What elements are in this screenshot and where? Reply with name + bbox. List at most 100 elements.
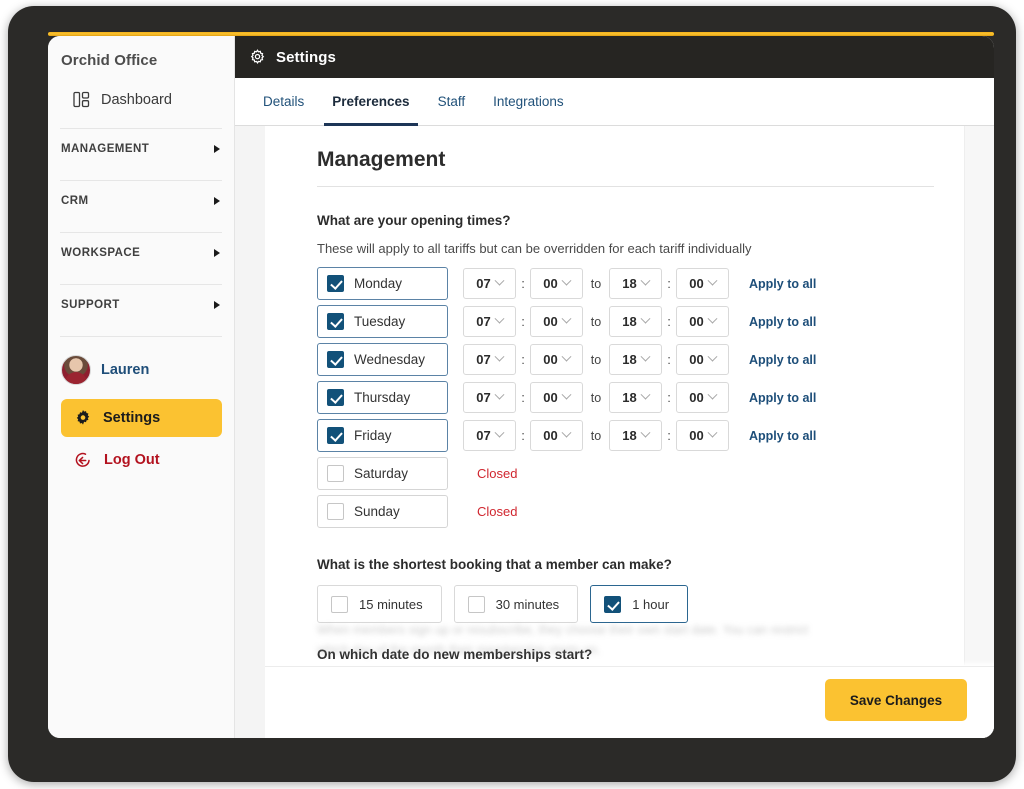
day-toggle-thursday[interactable]: Thursday bbox=[317, 381, 448, 414]
time-value: 00 bbox=[543, 352, 558, 367]
day-toggle-tuesday[interactable]: Tuesday bbox=[317, 305, 448, 338]
time-colon: : bbox=[667, 390, 671, 405]
checkbox-icon[interactable] bbox=[331, 595, 348, 613]
sidebar-group-workspace-label: WORKSPACE bbox=[61, 247, 141, 259]
device-bezel: Orchid Office Dashboard MANAGEMENT CRM W… bbox=[8, 6, 1016, 782]
close-minute-select[interactable]: 00 bbox=[676, 268, 729, 299]
day-label: Monday bbox=[354, 276, 403, 291]
close-hour-select[interactable]: 18 bbox=[609, 382, 662, 413]
save-changes-button[interactable]: Save Changes bbox=[825, 679, 967, 721]
close-minute-select[interactable]: 00 bbox=[676, 420, 729, 451]
checkbox-icon[interactable] bbox=[327, 313, 344, 330]
sidebar-item-logout[interactable]: Log Out bbox=[61, 443, 222, 477]
shortest-booking-option-label: 15 minutes bbox=[359, 596, 423, 612]
tab-staff[interactable]: Staff bbox=[424, 78, 480, 125]
shortest-booking-option-label: 1 hour bbox=[632, 596, 670, 612]
chevron-down-icon bbox=[561, 427, 572, 438]
time-value: 00 bbox=[689, 314, 704, 329]
tab-preferences[interactable]: Preferences bbox=[318, 78, 423, 126]
sidebar-item-settings-label: Settings bbox=[103, 410, 161, 426]
chevron-down-icon bbox=[561, 351, 572, 362]
open-hour-select[interactable]: 07 bbox=[463, 268, 516, 299]
apply-to-all-link[interactable]: Apply to all bbox=[749, 277, 816, 291]
sidebar-group-support[interactable]: SUPPORT bbox=[48, 285, 234, 324]
close-hour-select[interactable]: 18 bbox=[609, 344, 662, 375]
sidebar-item-logout-label: Log Out bbox=[104, 452, 160, 468]
open-hour-select[interactable]: 07 bbox=[463, 420, 516, 451]
sidebar-item-dashboard[interactable]: Dashboard bbox=[48, 83, 234, 116]
opening-times-list: Monday 07: 00 to 18: 00 Apply to all Tuesday 07:… bbox=[317, 267, 934, 528]
caret-right-icon bbox=[214, 145, 220, 153]
day-label: Friday bbox=[354, 428, 392, 443]
checkbox-icon[interactable] bbox=[327, 275, 344, 292]
checkbox-icon[interactable] bbox=[467, 595, 485, 613]
open-hour-select[interactable]: 07 bbox=[463, 344, 516, 375]
dashboard-layout-icon bbox=[73, 91, 90, 108]
chevron-down-icon bbox=[640, 313, 651, 324]
opening-time-row: Wednesday 07: 00 to 18: 00 Apply to all bbox=[317, 343, 934, 376]
open-minute-select[interactable]: 00 bbox=[530, 344, 583, 375]
open-hour-select[interactable]: 07 bbox=[463, 382, 516, 413]
tab-integrations[interactable]: Integrations bbox=[479, 78, 578, 125]
shortest-booking-option[interactable]: 1 hour bbox=[590, 585, 689, 623]
checkbox-icon[interactable] bbox=[327, 465, 344, 482]
page-title: Settings bbox=[276, 48, 336, 66]
close-minute-select[interactable]: 00 bbox=[676, 306, 729, 337]
time-colon: : bbox=[521, 276, 525, 291]
close-hour-select[interactable]: 18 bbox=[609, 420, 662, 451]
chevron-down-icon bbox=[494, 313, 505, 324]
close-hour-select[interactable]: 18 bbox=[609, 268, 662, 299]
open-minute-select[interactable]: 00 bbox=[530, 306, 583, 337]
apply-to-all-link[interactable]: Apply to all bbox=[749, 429, 816, 443]
shortest-booking-option[interactable]: 30 minutes bbox=[453, 585, 579, 623]
open-minute-select[interactable]: 00 bbox=[530, 420, 583, 451]
checkbox-icon[interactable] bbox=[327, 427, 344, 444]
checkbox-icon[interactable] bbox=[604, 595, 622, 613]
chevron-down-icon bbox=[494, 427, 505, 438]
time-value: 00 bbox=[543, 314, 558, 329]
sidebar-group-management[interactable]: MANAGEMENT bbox=[48, 129, 234, 168]
day-toggle-saturday[interactable]: Saturday bbox=[317, 457, 448, 490]
opening-time-row: Monday 07: 00 to 18: 00 Apply to all bbox=[317, 267, 934, 300]
close-hour-select[interactable]: 18 bbox=[609, 306, 662, 337]
apply-to-all-link[interactable]: Apply to all bbox=[749, 315, 816, 329]
day-toggle-friday[interactable]: Friday bbox=[317, 419, 448, 452]
chevron-down-icon bbox=[561, 313, 572, 324]
shortest-booking-option[interactable]: 15 minutes bbox=[317, 585, 442, 623]
checkbox-icon[interactable] bbox=[327, 503, 344, 520]
gear-icon bbox=[249, 48, 266, 66]
day-toggle-wednesday[interactable]: Wednesday bbox=[317, 343, 448, 376]
open-minute-select[interactable]: 00 bbox=[530, 268, 583, 299]
time-value: 00 bbox=[689, 390, 704, 405]
chevron-down-icon bbox=[707, 427, 718, 438]
tab-details[interactable]: Details bbox=[249, 78, 318, 125]
time-colon: : bbox=[667, 314, 671, 329]
checkbox-icon[interactable] bbox=[327, 389, 344, 406]
sidebar-group-crm[interactable]: CRM bbox=[48, 181, 234, 220]
title-divider bbox=[317, 186, 934, 187]
caret-right-icon bbox=[214, 249, 220, 257]
sidebar-group-workspace[interactable]: WORKSPACE bbox=[48, 233, 234, 272]
sidebar-item-dashboard-label: Dashboard bbox=[101, 91, 172, 108]
open-hour-select[interactable]: 07 bbox=[463, 306, 516, 337]
close-minute-select[interactable]: 00 bbox=[676, 344, 729, 375]
logout-arrow-icon bbox=[75, 452, 92, 469]
gear-icon bbox=[75, 410, 91, 426]
checkbox-icon[interactable] bbox=[327, 351, 344, 368]
user-profile[interactable]: Lauren bbox=[48, 337, 234, 385]
time-value: 00 bbox=[689, 352, 704, 367]
close-minute-select[interactable]: 00 bbox=[676, 382, 729, 413]
settings-card: Management What are your opening times? … bbox=[265, 126, 964, 738]
day-toggle-monday[interactable]: Monday bbox=[317, 267, 448, 300]
open-minute-select[interactable]: 00 bbox=[530, 382, 583, 413]
day-toggle-sunday[interactable]: Sunday bbox=[317, 495, 448, 528]
time-colon: : bbox=[667, 352, 671, 367]
chevron-down-icon bbox=[494, 351, 505, 362]
apply-to-all-link[interactable]: Apply to all bbox=[749, 353, 816, 367]
user-name: Lauren bbox=[101, 362, 150, 378]
apply-to-all-link[interactable]: Apply to all bbox=[749, 391, 816, 405]
brand-title: Orchid Office bbox=[61, 52, 158, 69]
sidebar-item-settings[interactable]: Settings bbox=[61, 399, 222, 437]
shortest-booking-option-label: 30 minutes bbox=[495, 596, 560, 612]
day-label: Tuesday bbox=[354, 314, 406, 329]
